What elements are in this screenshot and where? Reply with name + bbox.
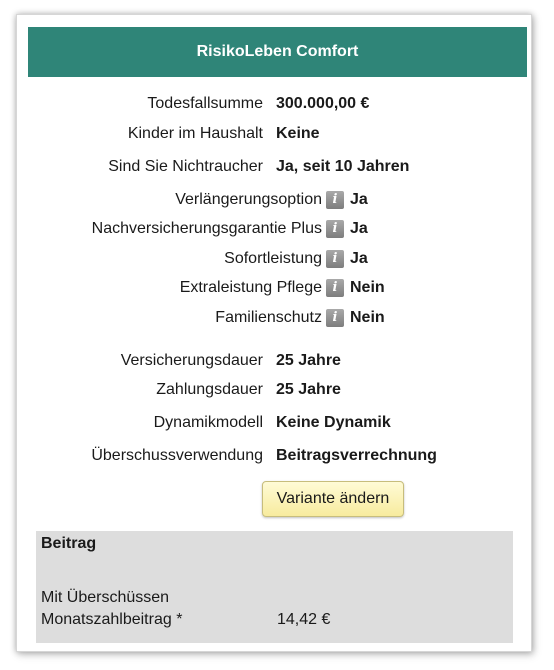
option-nachversicherungsgarantie: Nachversicherungsgarantie Plus i Ja: [17, 218, 531, 240]
option-sofortleistung: Sofortleistung i Ja: [17, 248, 531, 270]
beitrag-title: Beitrag: [41, 535, 97, 552]
option-label: Nachversicherungsgarantie Plus: [91, 220, 322, 237]
row-value: Keine Dynamik: [276, 414, 391, 431]
row-value: Keine: [276, 125, 320, 142]
option-verlaengerungsoption: Verlängerungsoption i Ja: [17, 189, 531, 211]
option-value: Nein: [350, 309, 385, 326]
row-value: Ja, seit 10 Jahren: [276, 158, 410, 175]
row-label: Versicherungsdauer: [120, 352, 263, 369]
option-familienschutz: Familienschutz i Nein: [17, 307, 531, 329]
row-label: Zahlungsdauer: [156, 381, 263, 398]
row-label: Kinder im Haushalt: [127, 125, 263, 142]
row-label: Todesfallsumme: [147, 95, 263, 112]
option-label: Familienschutz: [215, 309, 322, 326]
change-variant-button[interactable]: Variante ändern: [262, 481, 404, 517]
info-icon[interactable]: i: [326, 250, 344, 268]
row-kinder: Kinder im Haushalt Keine: [17, 123, 531, 145]
row-value: 300.000,00 €: [276, 95, 370, 112]
tariff-header: RisikoLeben Comfort: [28, 27, 527, 77]
option-value: Ja: [350, 220, 368, 237]
info-icon[interactable]: i: [326, 279, 344, 297]
info-icon[interactable]: i: [326, 220, 344, 238]
row-label: Überschussverwendung: [91, 447, 263, 464]
option-value: Ja: [350, 250, 368, 267]
row-nichtraucher: Sind Sie Nichtraucher Ja, seit 10 Jahren: [17, 156, 531, 178]
tariff-card: RisikoLeben Comfort Todesfallsumme 300.0…: [16, 14, 532, 652]
option-label: Extraleistung Pflege: [179, 279, 322, 296]
info-icon[interactable]: i: [326, 309, 344, 327]
option-label: Sofortleistung: [224, 250, 322, 267]
row-label: Sind Sie Nichtraucher: [108, 158, 263, 175]
beitrag-panel: Beitrag Mit Überschüssen Monatszahlbeitr…: [36, 531, 513, 643]
beitrag-amount: 14,42 €: [277, 611, 331, 628]
tariff-title: RisikoLeben Comfort: [196, 43, 359, 60]
row-value: 25 Jahre: [276, 381, 341, 398]
option-label: Verlängerungsoption: [175, 191, 322, 208]
row-dynamikmodell: Dynamikmodell Keine Dynamik: [17, 412, 531, 434]
option-extraleistung-pflege: Extraleistung Pflege i Nein: [17, 277, 531, 299]
beitrag-line-monatszahlbeitrag: Monatszahlbeitrag *: [41, 611, 183, 628]
option-value: Nein: [350, 279, 385, 296]
option-value: Ja: [350, 191, 368, 208]
info-icon[interactable]: i: [326, 191, 344, 209]
row-label: Dynamikmodell: [153, 414, 263, 431]
row-value: Beitragsverrechnung: [276, 447, 437, 464]
row-zahlungsdauer: Zahlungsdauer 25 Jahre: [17, 379, 531, 401]
row-versicherungsdauer: Versicherungsdauer 25 Jahre: [17, 350, 531, 372]
row-value: 25 Jahre: [276, 352, 341, 369]
beitrag-line-ueberschuss: Mit Überschüssen: [41, 589, 170, 606]
row-todesfallsumme: Todesfallsumme 300.000,00 €: [17, 93, 531, 115]
row-ueberschussverwendung: Überschussverwendung Beitragsverrechnung: [17, 445, 531, 467]
